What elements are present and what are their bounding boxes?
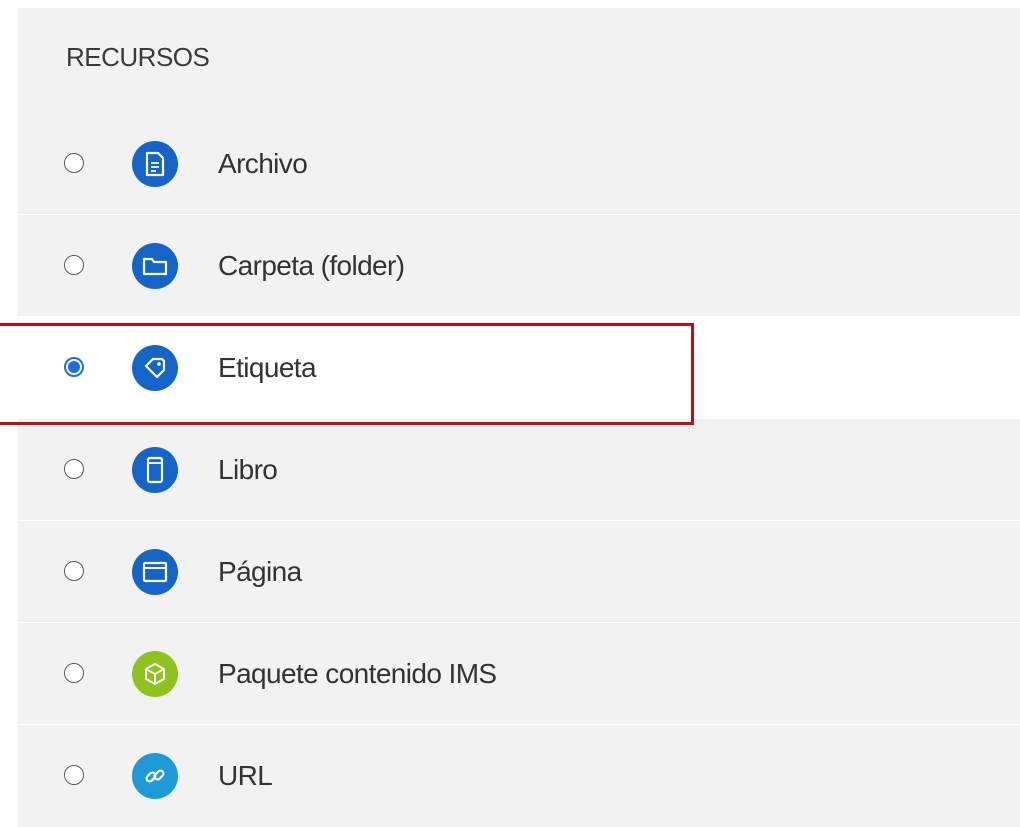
option-pagina[interactable]: Página bbox=[18, 521, 1020, 623]
package-icon bbox=[132, 651, 178, 697]
option-archivo[interactable]: Archivo bbox=[18, 113, 1020, 215]
tag-icon bbox=[132, 345, 178, 391]
option-label: URL bbox=[218, 760, 273, 791]
option-paquete-ims[interactable]: Paquete contenido IMS bbox=[18, 623, 1020, 725]
option-label: Página bbox=[218, 556, 302, 587]
resource-list: Archivo Carpeta (folder) Etiqueta Libro … bbox=[18, 113, 1020, 827]
option-label: Libro bbox=[218, 454, 278, 485]
radio-button-selected[interactable] bbox=[64, 357, 84, 377]
link-icon bbox=[132, 753, 178, 799]
radio-button[interactable] bbox=[64, 255, 84, 275]
option-carpeta[interactable]: Carpeta (folder) bbox=[18, 215, 1020, 317]
book-icon bbox=[132, 447, 178, 493]
option-label: Paquete contenido IMS bbox=[218, 658, 497, 689]
page-icon bbox=[132, 549, 178, 595]
radio-button[interactable] bbox=[64, 153, 84, 173]
option-url[interactable]: URL bbox=[18, 725, 1020, 827]
folder-icon bbox=[132, 243, 178, 289]
option-libro[interactable]: Libro bbox=[18, 419, 1020, 521]
radio-button[interactable] bbox=[64, 459, 84, 479]
option-etiqueta[interactable]: Etiqueta bbox=[18, 317, 1020, 419]
radio-button[interactable] bbox=[64, 663, 84, 683]
option-label: Carpeta (folder) bbox=[218, 250, 405, 281]
resources-panel: RECURSOS Archivo Carpeta (folder) Etique… bbox=[18, 8, 1020, 827]
file-icon bbox=[132, 141, 178, 187]
section-title: RECURSOS bbox=[66, 42, 210, 72]
radio-button[interactable] bbox=[64, 765, 84, 785]
option-label: Etiqueta bbox=[218, 352, 317, 383]
activity-chooser: RECURSOS Archivo Carpeta (folder) Etique… bbox=[0, 0, 1020, 827]
radio-button[interactable] bbox=[64, 561, 84, 581]
option-label: Archivo bbox=[218, 148, 308, 179]
